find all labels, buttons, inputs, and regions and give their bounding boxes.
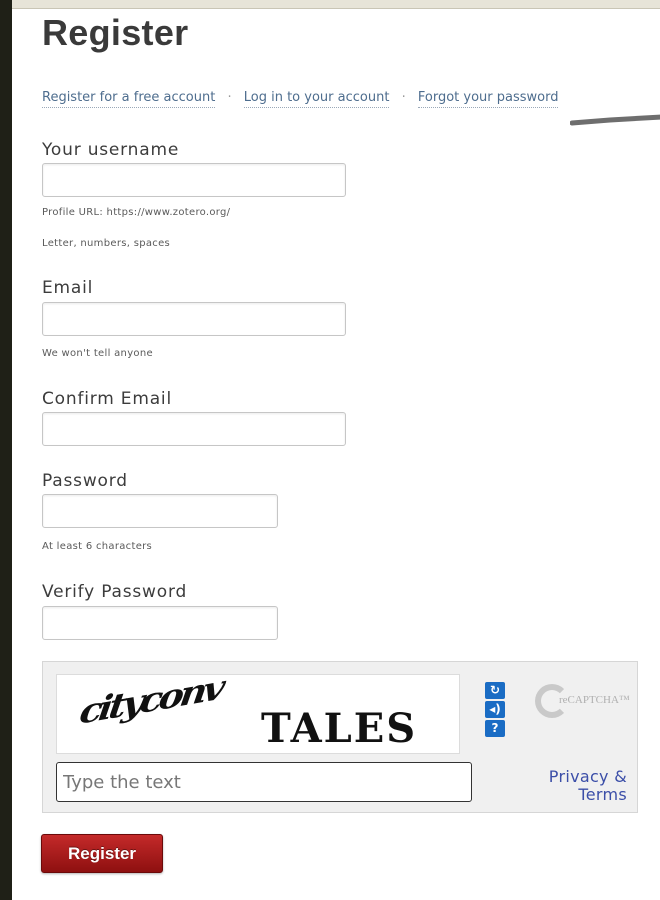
forgot-password-link[interactable]: Forgot your password [417,90,559,108]
verify-password-input[interactable] [42,606,278,640]
refresh-icon[interactable]: ↻ [485,682,505,699]
captcha-input[interactable] [56,762,472,802]
confirm-email-input[interactable] [42,412,346,446]
password-label: Password [42,471,128,491]
email-hint: We won't tell anyone [42,348,153,359]
privacy-label: Privacy & [548,767,627,786]
page-title: Register [42,12,189,53]
subnav-separator: · [227,90,232,105]
confirm-email-label: Confirm Email [42,389,172,409]
captcha-word-plain: TALES [261,705,418,752]
privacy-terms-link[interactable]: Privacy & Terms [549,768,627,804]
account-subnav: Register for a free account · Log in to … [42,90,660,110]
audio-icon[interactable]: ◂) [485,701,505,718]
captcha-image: cityconv TALES [56,667,460,754]
email-label: Email [42,278,94,298]
recaptcha-logo-icon: reCAPTCHA™ [533,680,633,726]
password-input[interactable] [42,494,278,528]
login-link[interactable]: Log in to your account [243,90,390,108]
register-button[interactable]: Register [41,834,163,873]
captcha-widget: cityconv TALES ↻ ◂) ? reCAPTCHA™ Privacy… [42,661,638,813]
username-input[interactable] [42,163,346,197]
window-frame-left [0,0,12,900]
recaptcha-logo-text: reCAPTCHA™ [559,694,630,706]
terms-label: Terms [578,785,627,804]
username-label: Your username [42,140,180,160]
subnav-separator: · [401,90,406,105]
captcha-controls: ↻ ◂) ? [485,682,505,739]
annotation-arrow-icon [570,114,660,126]
verify-password-label: Verify Password [42,582,188,602]
password-hint: At least 6 characters [42,541,153,552]
window-frame-top [12,0,660,9]
username-rules-hint: Letter, numbers, spaces [42,238,171,249]
email-input[interactable] [42,302,346,336]
profile-url-hint: Profile URL: https://www.zotero.org/ [42,207,231,218]
help-icon[interactable]: ? [485,720,505,737]
register-link[interactable]: Register for a free account [42,90,216,108]
captcha-word-distorted: cityconv [77,667,225,732]
